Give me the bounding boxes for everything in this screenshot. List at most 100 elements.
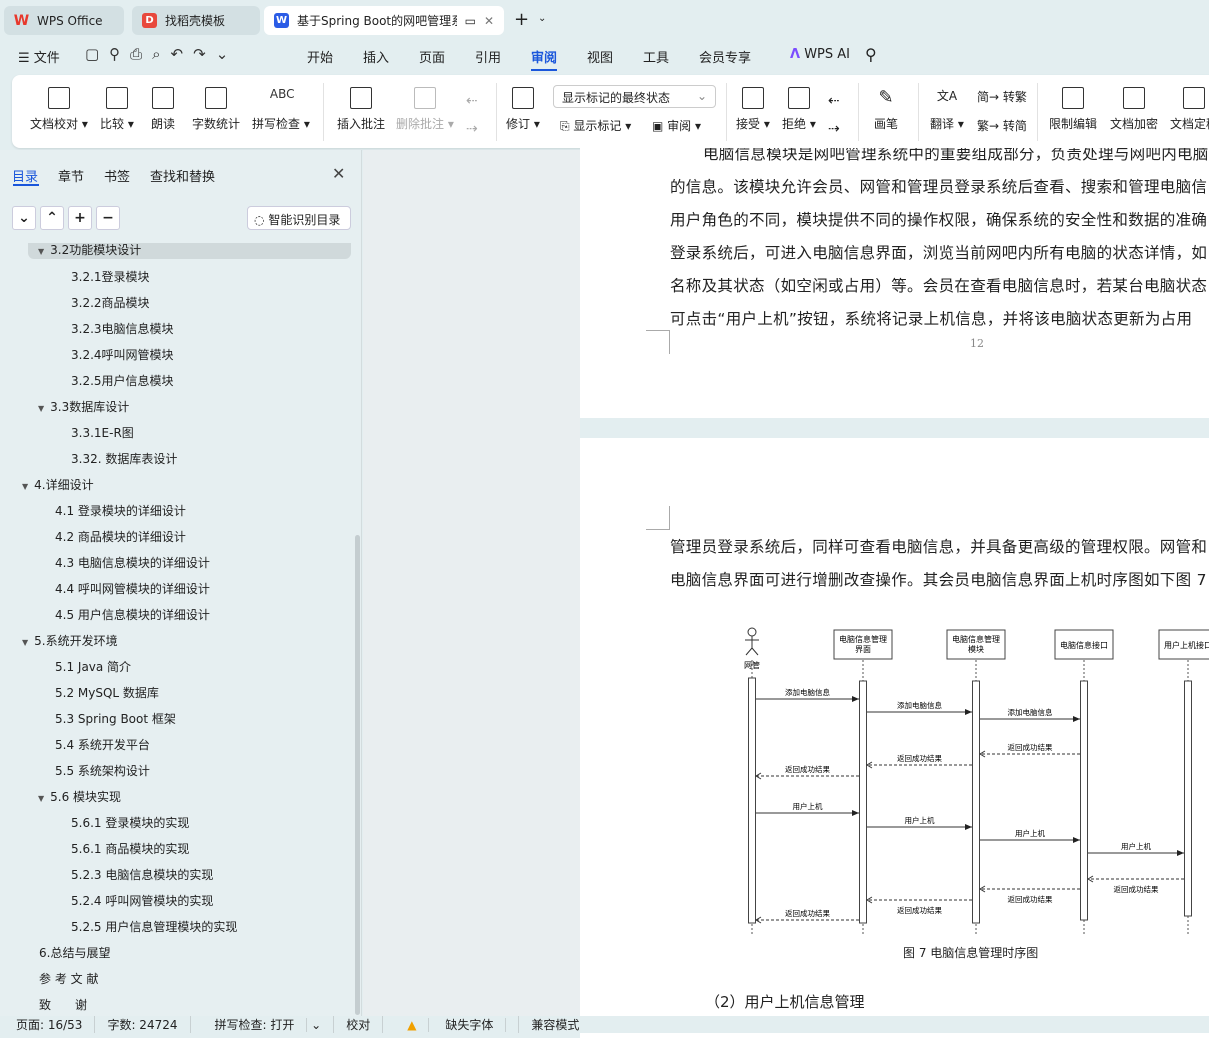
toc-item[interactable]: 3.2.2商品模块 <box>71 294 150 311</box>
menu-item-reference[interactable]: 引用 <box>475 47 501 66</box>
toc-item[interactable]: 5.2 MySQL 数据库 <box>55 684 159 701</box>
menu-item-tools[interactable]: 工具 <box>643 47 669 66</box>
pen-button[interactable]: ✎ 画笔 <box>874 87 898 132</box>
menu-item-member[interactable]: 会员专享 <box>699 47 751 66</box>
spell-check-button[interactable]: ABC 拼写检查 ▾ <box>252 87 310 132</box>
missing-font-status[interactable]: ▲ 缺失字体 <box>383 1016 520 1033</box>
menu-item-review[interactable]: 审阅 <box>531 47 558 71</box>
paragraph-line: 电脑信息界面可进行增删改查操作。其会员电脑信息界面上机时序图如下图 7 <box>670 571 1207 589</box>
restrict-editing-button[interactable]: 限制编辑 <box>1049 87 1097 132</box>
toc-item[interactable]: 4.1 登录模块的详细设计 <box>55 502 186 519</box>
wps-ai-button[interactable]: Λ WPS AI <box>790 47 850 62</box>
delete-comment-button[interactable]: 删除批注 ▾ <box>396 87 454 132</box>
toc-item[interactable]: 4.4 呼叫网管模块的详细设计 <box>55 580 210 597</box>
read-aloud-button[interactable]: 朗读 <box>151 87 175 132</box>
toc-item[interactable]: 6.总结与展望 <box>39 944 110 961</box>
toc-item[interactable]: 4.5 用户信息模块的详细设计 <box>55 606 210 623</box>
toc-item[interactable]: 5.4 系统开发平台 <box>55 736 150 753</box>
show-markup-button[interactable]: ⎘ 显示标记 ▾ <box>560 117 631 134</box>
toc-item[interactable]: 5.2.5 用户信息管理模块的实现 <box>71 918 237 935</box>
tab-document[interactable]: W 基于Spring Boot的网吧管理系 ▭ ✕ <box>264 6 504 35</box>
tab-bookmarks[interactable]: 书签 <box>104 166 130 185</box>
doc-check-icon <box>1183 87 1205 109</box>
expand-triangle-icon[interactable]: ▼ <box>38 404 44 413</box>
tab-wps-office[interactable]: W WPS Office <box>4 6 124 35</box>
finalize-document-button[interactable]: 文档定稿 <box>1170 87 1209 132</box>
toc-item[interactable]: 5.6.1 商品模块的实现 <box>71 840 189 857</box>
menu-icon: ☰ <box>18 51 34 66</box>
toc-item[interactable]: 5.6.1 登录模块的实现 <box>71 814 189 831</box>
track-changes-button[interactable]: 修订 ▾ <box>506 87 540 132</box>
chevron-down-icon[interactable]: ⌄ <box>538 13 546 24</box>
prev-next-comment-icons[interactable]: ⇠ ⇢ <box>466 87 478 143</box>
message-arrow: 添加电脑信息 <box>756 687 859 702</box>
message-arrow: 返回成功结果 <box>979 885 1080 904</box>
smart-toc-button[interactable]: ◌ 智能识别目录 <box>247 206 351 230</box>
reject-button[interactable]: 拒绝 ▾ <box>782 87 816 132</box>
quick-access-toolbar[interactable]: ▢⚲⎙⌕↶↷⌄ <box>85 45 238 63</box>
toc-item[interactable]: 5.5 系统架构设计 <box>55 762 150 779</box>
expand-triangle-icon[interactable]: ▼ <box>38 247 44 256</box>
toc-item[interactable]: 3.2.1登录模块 <box>71 268 150 285</box>
close-icon[interactable]: ✕ <box>484 14 494 28</box>
word-count[interactable]: 字数: 24724 <box>95 1016 191 1033</box>
promote-button[interactable]: + <box>68 206 92 230</box>
toc-item[interactable]: ▼ 4.详细设计 <box>22 476 94 493</box>
toc-item[interactable]: 参 考 文 献 <box>39 970 98 987</box>
to-traditional-button[interactable]: 简→ 转繁 <box>977 88 1027 105</box>
review-pane-button[interactable]: ▣ 审阅 ▾ <box>652 117 701 134</box>
toc-item[interactable]: 3.3.1E-R图 <box>71 424 134 441</box>
search-icon[interactable]: ⚲ <box>865 45 877 64</box>
translate-button[interactable]: 文A 翻译 ▾ <box>930 87 964 132</box>
toc-item[interactable]: 5.1 Java 简介 <box>55 658 131 675</box>
toc-item[interactable]: 5.2.4 呼叫网管模块的实现 <box>71 892 213 909</box>
expand-down-button[interactable]: ⌄ <box>12 206 36 230</box>
toc-item[interactable]: 4.2 商品模块的详细设计 <box>55 528 186 545</box>
tab-toc[interactable]: 目录 <box>12 166 38 185</box>
monitor-icon[interactable]: ▭ <box>465 14 476 28</box>
toc-item[interactable]: 4.3 电脑信息模块的详细设计 <box>55 554 210 571</box>
tab-chapters[interactable]: 章节 <box>58 166 84 185</box>
abc-check-icon: ABC <box>269 87 295 101</box>
new-tab-icon[interactable]: + <box>514 9 529 30</box>
expand-triangle-icon[interactable]: ▼ <box>22 482 28 491</box>
toc-item[interactable]: 致 谢 <box>39 996 87 1013</box>
encrypt-document-button[interactable]: 文档加密 <box>1110 87 1158 132</box>
toc-item[interactable]: 5.3 Spring Boot 框架 <box>55 710 176 727</box>
spell-check-status[interactable]: 拼写检查: 打开 ⌄ <box>191 1016 335 1033</box>
expand-triangle-icon[interactable]: ▼ <box>22 638 28 647</box>
prev-next-change-icons[interactable]: ⇠ ⇢ <box>828 87 840 143</box>
file-menu[interactable]: ☰ 文件 <box>18 47 60 66</box>
toc-item[interactable]: 3.32. 数据库表设计 <box>71 450 177 467</box>
message-label: 添加电脑信息 <box>785 687 830 697</box>
toc-item[interactable]: ▼ 3.3数据库设计 <box>38 398 129 415</box>
to-simplified-button[interactable]: 繁→ 转简 <box>977 117 1027 134</box>
compare-button[interactable]: 比较 ▾ <box>100 87 134 132</box>
toc-item[interactable]: ▼ 5.系统开发环境 <box>22 632 118 649</box>
toc-item[interactable]: 3.2.5用户信息模块 <box>71 372 174 389</box>
toc-item[interactable]: 5.2.3 电脑信息模块的实现 <box>71 866 213 883</box>
markup-mode-select[interactable]: 显示标记的最终状态 ⌄ <box>553 85 716 108</box>
toc-item[interactable]: 3.2.3电脑信息模块 <box>71 320 174 337</box>
scrollbar[interactable] <box>355 535 360 1015</box>
proofread-button[interactable]: 文档校对 ▾ <box>30 87 88 132</box>
word-doc-icon: W <box>274 13 289 28</box>
demote-button[interactable]: − <box>96 206 120 230</box>
accept-button[interactable]: 接受 ▾ <box>736 87 770 132</box>
toc-item[interactable]: 3.2.4呼叫网管模块 <box>71 346 174 363</box>
menu-item-page[interactable]: 页面 <box>419 47 445 66</box>
toc-item[interactable]: ▼ 5.6 模块实现 <box>38 788 121 805</box>
collapse-up-button[interactable]: ⌃ <box>40 206 64 230</box>
page-indicator[interactable]: 页面: 16/53 <box>0 1016 96 1033</box>
menu-item-view[interactable]: 视图 <box>587 47 613 66</box>
menu-item-insert[interactable]: 插入 <box>363 47 389 66</box>
tab-find-replace[interactable]: 查找和替换 <box>150 166 215 185</box>
proof-status[interactable]: 校对 <box>334 1016 384 1033</box>
menu-item-start[interactable]: 开始 <box>307 47 333 66</box>
tab-docer[interactable]: D 找稻壳模板 <box>132 6 260 35</box>
close-icon[interactable]: ✕ <box>332 164 345 183</box>
expand-triangle-icon[interactable]: ▼ <box>38 794 44 803</box>
message-label: 返回成功结果 <box>897 753 942 763</box>
word-count-button[interactable]: 字数统计 <box>192 87 240 132</box>
insert-comment-button[interactable]: 插入批注 <box>337 87 385 132</box>
